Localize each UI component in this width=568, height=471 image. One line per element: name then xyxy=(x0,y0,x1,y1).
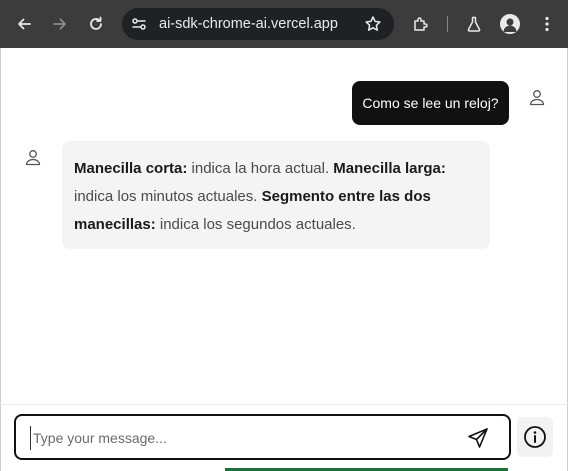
message-input[interactable] xyxy=(30,426,455,450)
tune-icon[interactable] xyxy=(130,15,148,33)
assistant-message-text: indica la hora actual. xyxy=(187,160,334,177)
assistant-message-text: indica los minutos actuales. xyxy=(74,188,262,205)
kebab-menu-icon xyxy=(545,16,549,32)
user-avatar-icon xyxy=(529,90,545,106)
puzzle-icon xyxy=(414,17,428,31)
assistant-message-bold: Manecilla larga: xyxy=(333,160,446,177)
browser-menu-button[interactable] xyxy=(532,9,562,39)
reload-button[interactable] xyxy=(81,9,111,39)
toolbar-separator xyxy=(447,16,448,32)
person-icon xyxy=(503,18,517,32)
assistant-message: Manecilla corta: indica la hora actual. … xyxy=(62,141,490,249)
star-icon[interactable] xyxy=(364,15,382,33)
info-icon xyxy=(524,426,546,448)
arrow-left-icon xyxy=(18,18,31,30)
labs-button[interactable] xyxy=(459,9,489,39)
forward-button[interactable] xyxy=(45,9,75,39)
user-message: Como se lee un reloj? xyxy=(352,81,509,125)
composer-divider xyxy=(0,404,568,405)
address-bar[interactable]: ai-sdk-chrome-ai.vercel.app xyxy=(122,8,394,40)
info-button[interactable] xyxy=(517,417,553,457)
profile-button[interactable] xyxy=(500,14,520,34)
assistant-message-text: indica los segundos actuales. xyxy=(155,216,356,233)
assistant-message-bold: Manecilla corta: xyxy=(74,160,188,177)
url-text[interactable]: ai-sdk-chrome-ai.vercel.app xyxy=(159,16,338,32)
send-icon[interactable] xyxy=(466,426,490,450)
page-border-left xyxy=(0,48,1,471)
browser-toolbar: ai-sdk-chrome-ai.vercel.app xyxy=(0,0,568,48)
assistant-avatar-icon xyxy=(25,150,41,166)
extensions-button[interactable] xyxy=(406,9,436,39)
flask-icon xyxy=(467,16,481,32)
message-composer[interactable] xyxy=(14,414,511,460)
back-button[interactable] xyxy=(9,9,39,39)
arrow-right-icon xyxy=(53,18,66,30)
reload-icon xyxy=(90,16,102,30)
